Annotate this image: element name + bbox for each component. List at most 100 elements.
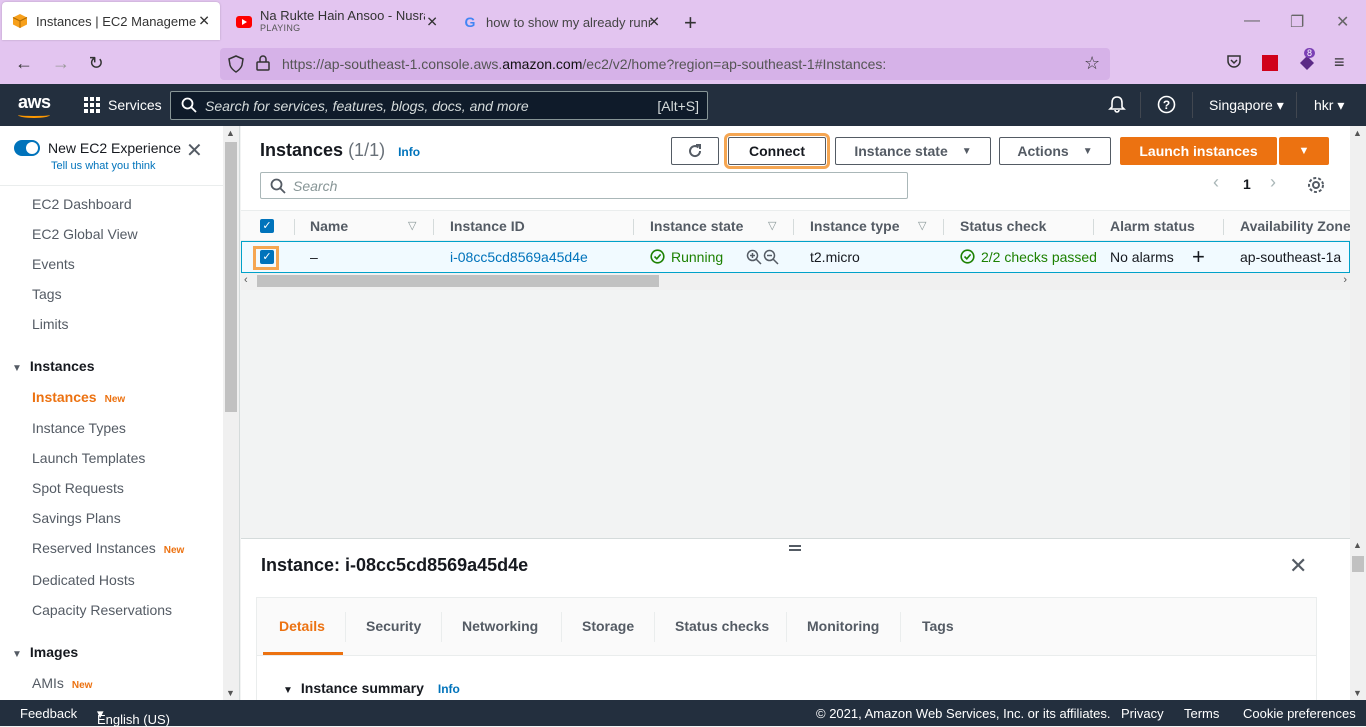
sidebar-item-dedicated-hosts[interactable]: Dedicated Hosts bbox=[32, 572, 135, 588]
launch-dropdown-button[interactable]: ▼ bbox=[1279, 137, 1329, 165]
cell-name[interactable]: – bbox=[310, 249, 318, 265]
forward-icon[interactable]: → bbox=[50, 53, 72, 74]
column-header-instance-id[interactable]: Instance ID bbox=[450, 218, 525, 234]
sidebar-item-spot-requests[interactable]: Spot Requests bbox=[32, 480, 124, 496]
column-header-name[interactable]: Name bbox=[310, 218, 348, 234]
resize-handle-icon[interactable] bbox=[789, 545, 801, 551]
bell-icon[interactable] bbox=[1108, 95, 1126, 116]
instance-summary-heading[interactable]: ▼ Instance summary Info bbox=[283, 680, 460, 696]
column-header-instance-type[interactable]: Instance type bbox=[810, 218, 899, 234]
extension-icon[interactable] bbox=[1262, 55, 1278, 71]
privacy-link[interactable]: Privacy bbox=[1121, 706, 1164, 721]
pocket-icon[interactable] bbox=[1226, 54, 1242, 73]
sidebar-item-tags[interactable]: Tags bbox=[32, 286, 62, 302]
region-selector[interactable]: Singapore ▾ bbox=[1209, 97, 1284, 114]
tab-networking[interactable]: Networking bbox=[462, 618, 538, 634]
services-menu[interactable]: Services bbox=[108, 97, 162, 113]
sidebar-item-instance-types[interactable]: Instance Types bbox=[32, 420, 126, 436]
prev-page-icon[interactable]: ‹ bbox=[1213, 172, 1219, 193]
sidebar-item-reserved-instances[interactable]: Reserved Instances New bbox=[32, 540, 184, 556]
aws-logo[interactable]: aws bbox=[18, 92, 51, 118]
sidebar-section-images[interactable]: ▼ Images bbox=[12, 644, 78, 660]
browser-tab-google[interactable]: G how to show my already running ✕ bbox=[452, 0, 670, 44]
connect-button[interactable]: Connect bbox=[724, 133, 830, 169]
close-window-icon[interactable]: ✕ bbox=[1336, 12, 1349, 32]
sidebar-item-capacity-reservations[interactable]: Capacity Reservations bbox=[32, 602, 172, 618]
actions-button[interactable]: Actions ▼ bbox=[999, 137, 1111, 165]
shield-icon[interactable] bbox=[228, 55, 244, 76]
back-icon[interactable]: ← bbox=[13, 53, 35, 74]
close-tab-icon[interactable]: ✕ bbox=[198, 13, 210, 30]
info-link[interactable]: Info bbox=[398, 145, 420, 159]
sidebar-item-instances[interactable]: Instances New bbox=[32, 389, 125, 405]
details-vertical-scrollbar[interactable]: ▲ ▼ bbox=[1350, 538, 1366, 700]
next-page-icon[interactable]: › bbox=[1270, 172, 1276, 193]
tab-monitoring[interactable]: Monitoring bbox=[807, 618, 879, 634]
close-icon[interactable]: ✕ bbox=[186, 138, 203, 163]
instances-search-input[interactable]: Search bbox=[260, 172, 908, 199]
sidebar-item-savings-plans[interactable]: Savings Plans bbox=[32, 510, 121, 526]
account-menu[interactable]: hkr ▾ bbox=[1314, 97, 1344, 114]
sort-icon[interactable]: ▽ bbox=[918, 219, 926, 232]
minimize-icon[interactable]: — bbox=[1244, 12, 1260, 30]
browser-tab-ec2[interactable]: Instances | EC2 Management Co ✕ bbox=[2, 2, 220, 40]
restore-icon[interactable]: ❐ bbox=[1290, 12, 1304, 32]
tab-status-checks[interactable]: Status checks bbox=[675, 618, 769, 634]
launch-instances-button[interactable]: Launch instances bbox=[1120, 137, 1277, 165]
tab-storage[interactable]: Storage bbox=[582, 618, 634, 634]
refresh-button[interactable] bbox=[671, 137, 719, 165]
feedback-link[interactable]: Tell us what you think bbox=[51, 160, 156, 172]
cell-instance-id[interactable]: i-08cc5cd8569a45d4e bbox=[450, 249, 588, 265]
new-tab-icon[interactable]: + bbox=[684, 10, 697, 36]
browser-tab-youtube[interactable]: Na Rukte Hain Ansoo - Nusrat F PLAYING ✕ bbox=[226, 0, 448, 44]
column-header-instance-state[interactable]: Instance state bbox=[650, 218, 743, 234]
extension-badge-icon[interactable]: 8 bbox=[1298, 48, 1316, 75]
select-all-checkbox[interactable]: ✓ bbox=[260, 219, 274, 233]
new-experience-toggle[interactable] bbox=[14, 140, 40, 156]
lock-icon[interactable] bbox=[256, 55, 270, 74]
sidebar-item-events[interactable]: Events bbox=[32, 256, 75, 272]
close-icon[interactable]: ✕ bbox=[1289, 553, 1307, 579]
column-header-availability-zone[interactable]: Availability Zone bbox=[1240, 218, 1351, 234]
terms-link[interactable]: Terms bbox=[1184, 706, 1219, 721]
zoom-in-icon[interactable] bbox=[746, 249, 762, 268]
sidebar-item-amis[interactable]: AMIs New bbox=[32, 675, 92, 691]
url-bar[interactable]: https://ap-southeast-1.console.aws.amazo… bbox=[220, 48, 1110, 80]
bookmark-star-icon[interactable]: ☆ bbox=[1084, 53, 1100, 74]
cookie-preferences-link[interactable]: Cookie preferences bbox=[1243, 706, 1356, 721]
help-icon[interactable]: ? bbox=[1157, 95, 1176, 117]
tab-tags[interactable]: Tags bbox=[922, 618, 954, 634]
language-selector[interactable]: English (US) ▾ bbox=[97, 706, 170, 727]
sidebar-scrollbar[interactable]: ▲ ▼ bbox=[223, 126, 239, 700]
column-header-status-check[interactable]: Status check bbox=[960, 218, 1046, 234]
sidebar-item-limits[interactable]: Limits bbox=[32, 316, 69, 332]
settings-gear-icon[interactable] bbox=[1307, 176, 1325, 197]
reload-icon[interactable]: ↻ bbox=[85, 53, 107, 74]
add-alarm-icon[interactable]: + bbox=[1192, 244, 1205, 270]
column-header-alarm-status[interactable]: Alarm status bbox=[1110, 218, 1195, 234]
sidebar-section-instances[interactable]: ▼ Instances bbox=[12, 358, 95, 374]
tab-details[interactable]: Details bbox=[279, 618, 325, 634]
aws-search-input[interactable]: Search for services, features, blogs, do… bbox=[170, 91, 708, 120]
zoom-out-icon[interactable] bbox=[763, 249, 779, 268]
services-grid-icon[interactable] bbox=[84, 97, 100, 113]
sidebar-item-ec2-dashboard[interactable]: EC2 Dashboard bbox=[32, 196, 132, 212]
table-row[interactable]: ✓ – i-08cc5cd8569a45d4e Running t2.micro… bbox=[241, 241, 1350, 273]
sidebar-item-launch-templates[interactable]: Launch Templates bbox=[32, 450, 145, 466]
tab-security[interactable]: Security bbox=[366, 618, 421, 634]
instance-state-button[interactable]: Instance state ▼ bbox=[835, 137, 991, 165]
instances-vertical-scrollbar[interactable]: ▲ bbox=[1350, 126, 1366, 538]
close-tab-icon[interactable]: ✕ bbox=[648, 14, 660, 31]
cell-instance-type[interactable]: t2.micro bbox=[810, 249, 860, 265]
page-number[interactable]: 1 bbox=[1243, 176, 1251, 192]
info-link[interactable]: Info bbox=[438, 682, 460, 696]
row-checkbox[interactable]: ✓ bbox=[260, 250, 274, 264]
sort-icon[interactable]: ▽ bbox=[408, 219, 416, 232]
menu-icon[interactable]: ≡ bbox=[1334, 52, 1345, 73]
table-horizontal-scrollbar[interactable]: ‹ › bbox=[241, 273, 1350, 290]
close-tab-icon[interactable]: ✕ bbox=[426, 14, 438, 31]
feedback-link[interactable]: Feedback bbox=[20, 706, 77, 721]
cell-status-check[interactable]: 2/2 checks passed bbox=[960, 249, 1097, 265]
sort-icon[interactable]: ▽ bbox=[768, 219, 776, 232]
sidebar-item-ec2-global-view[interactable]: EC2 Global View bbox=[32, 226, 138, 242]
